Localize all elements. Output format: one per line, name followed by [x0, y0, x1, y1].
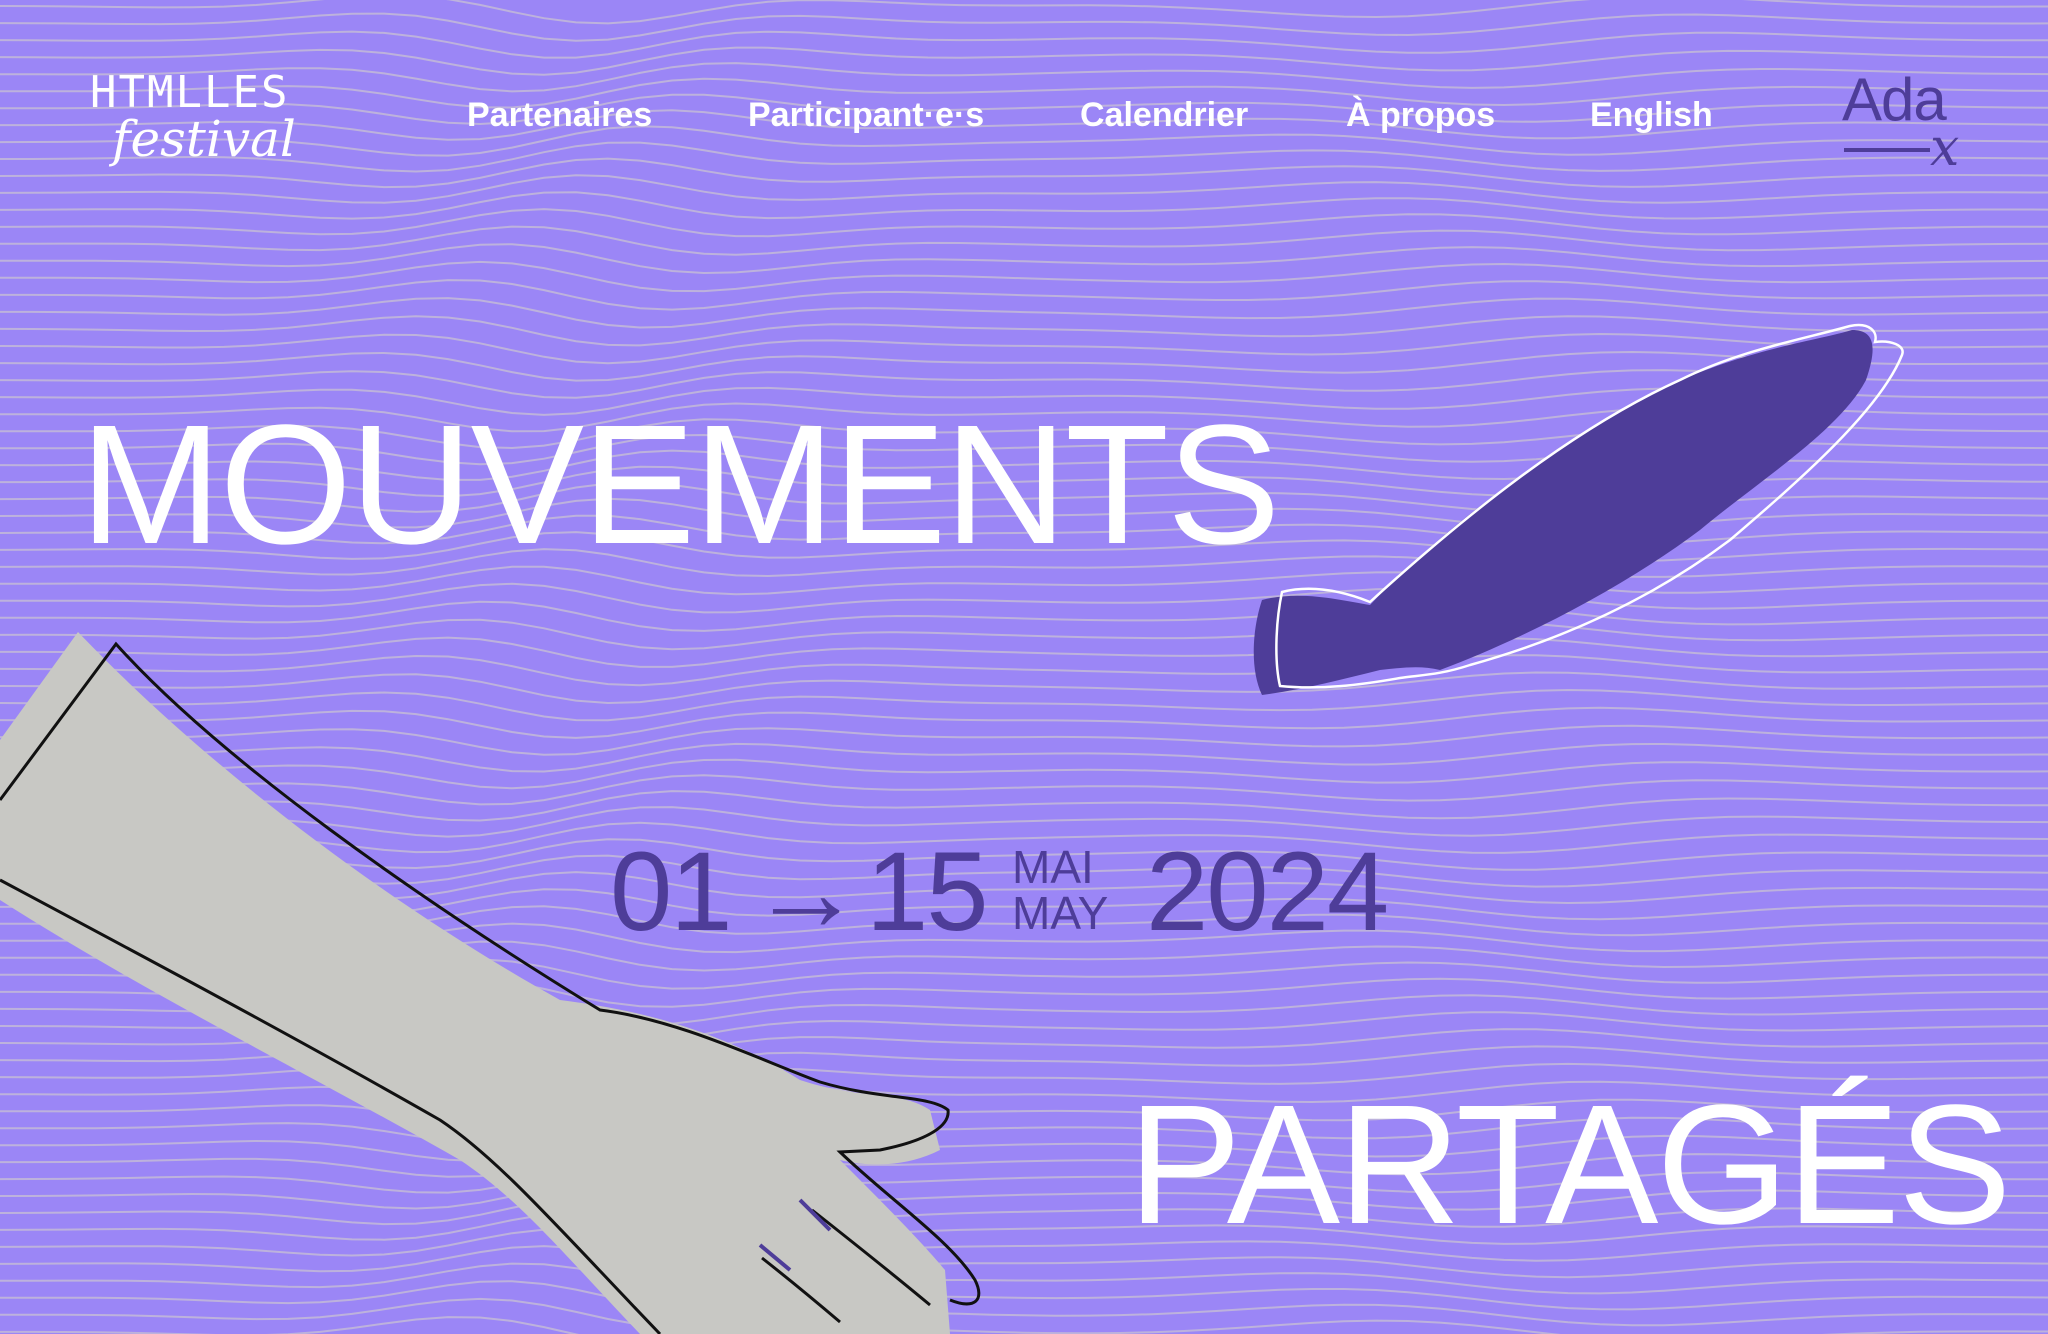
- background-line: [0, 724, 2048, 756]
- background-line: [0, 191, 2048, 220]
- background-line: [0, 774, 2048, 806]
- background-line: [0, 958, 2048, 990]
- date-start: 01: [610, 829, 733, 954]
- date-year: 2024: [1146, 829, 1389, 954]
- background-line: [0, 225, 2048, 256]
- month-fr: MAI: [1012, 841, 1094, 893]
- background-line: [0, 12, 2048, 42]
- nav-link-a-propos[interactable]: À propos: [1346, 96, 1495, 135]
- background-line: [0, 30, 2048, 59]
- nav-link-english[interactable]: English: [1590, 96, 1713, 135]
- background-line: [0, 1262, 2048, 1295]
- background-line: [0, 1028, 2048, 1062]
- hero-title-line2: PARTAGÉS: [1128, 1070, 2011, 1260]
- date-month: MAI MAY: [1012, 844, 1108, 936]
- date-end: 15: [866, 829, 989, 954]
- date-arrow: →: [750, 829, 862, 954]
- main-nav: Partenaires Participant·e·s Calendrier À…: [0, 96, 2048, 146]
- background-line: [0, 806, 2048, 838]
- adax-logo[interactable]: Ada x: [1838, 70, 1978, 175]
- background-line: [0, 332, 2048, 365]
- background-line: [0, 994, 2048, 1027]
- background-line: [0, 742, 2048, 773]
- background-line: [0, 243, 2048, 275]
- background-line: [0, 297, 2048, 329]
- background-line: [0, 0, 2048, 25]
- nav-link-calendrier[interactable]: Calendrier: [1080, 96, 1248, 135]
- nav-link-partenaires[interactable]: Partenaires: [467, 96, 652, 135]
- background-line: [0, 671, 2048, 705]
- background-line: [0, 582, 2048, 614]
- background-line: [0, 706, 2048, 739]
- background-line: [0, 174, 2048, 204]
- background-line: [0, 208, 2048, 238]
- background-line: [0, 636, 2048, 668]
- nav-link-participants[interactable]: Participant·e·s: [748, 96, 984, 135]
- adax-logo-sub: x: [1930, 118, 1960, 178]
- background-line: [0, 1316, 2048, 1334]
- background-line: [0, 350, 2048, 382]
- background-line: [0, 279, 2048, 311]
- hero-title-line1: MOUVEMENTS: [80, 390, 1280, 580]
- adax-logo-bar: [1844, 148, 1930, 152]
- month-en: MAY: [1012, 887, 1109, 939]
